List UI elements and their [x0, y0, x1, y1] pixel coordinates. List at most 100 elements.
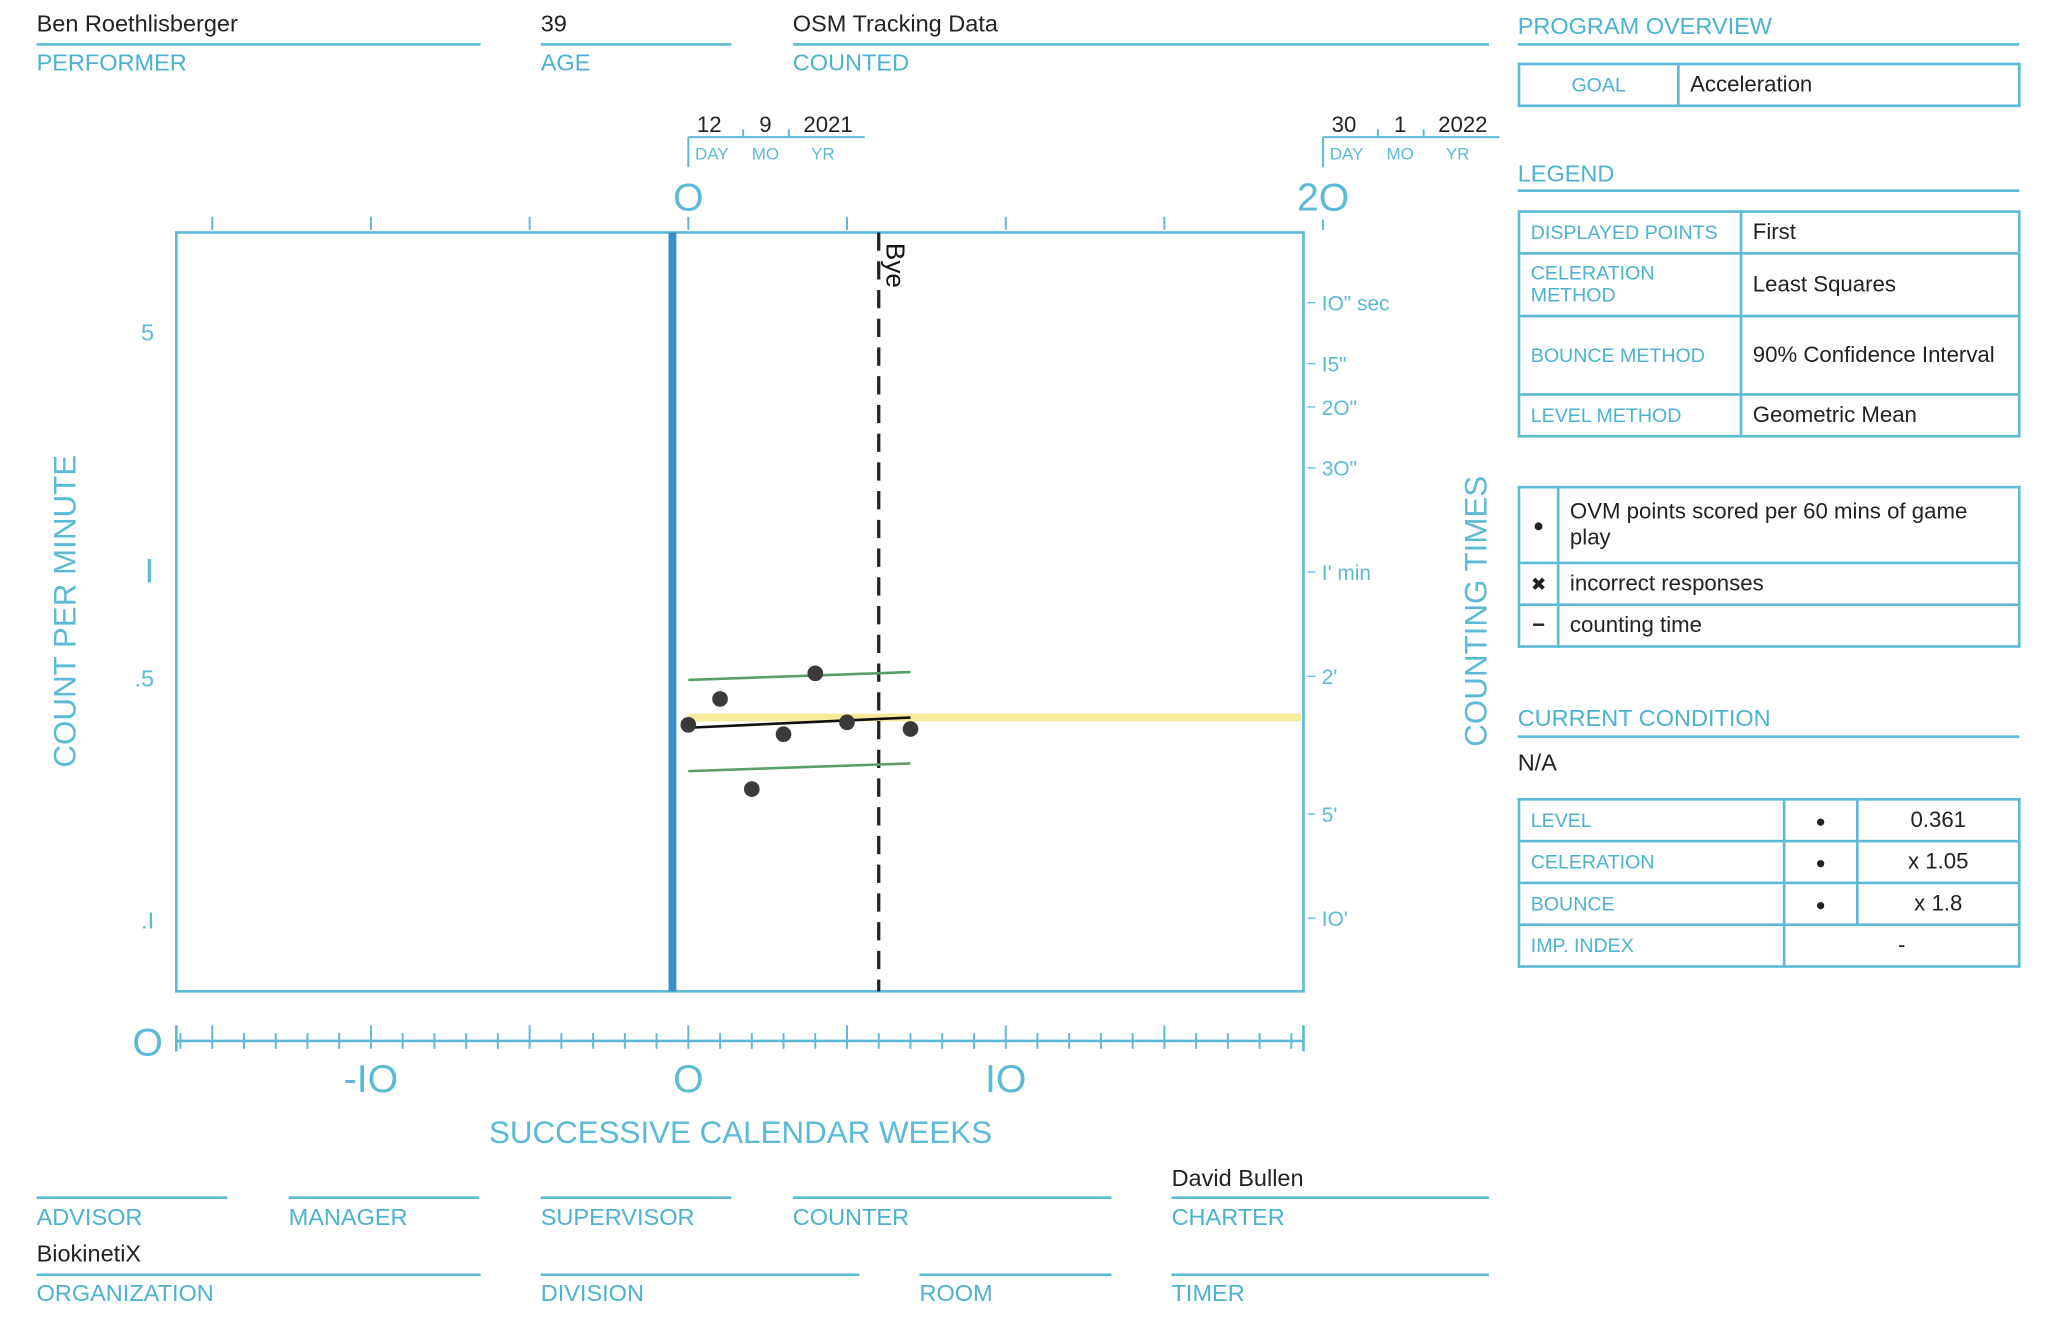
data-point: [775, 726, 792, 743]
y-axis-label: COUNT PER MINUTE: [48, 455, 83, 768]
event-label: Bye: [881, 243, 911, 288]
legend-symbol-text: OVM points scored per 60 mins of game pl…: [1556, 485, 2021, 565]
date-year: 2021: [803, 112, 852, 137]
y-tick-label: 5: [141, 320, 154, 346]
data-point: [839, 714, 855, 731]
division-label: DIVISION: [540, 1279, 644, 1307]
counter-line: [792, 1196, 1112, 1199]
condition-row: IMP. INDEX -: [1517, 923, 2021, 968]
legend-key: LEVEL METHOD: [1517, 393, 1743, 438]
x-mark-icon: ✖: [1517, 561, 1560, 607]
legend-row: CELERATION METHOD Least Squares: [1517, 252, 2021, 318]
date-day-label: DAY: [1330, 144, 1364, 163]
x-tick-label: -IO: [344, 1058, 398, 1101]
counting-time-label: IO" sec: [1322, 293, 1390, 316]
legend-line: [1517, 189, 2020, 192]
legend-row: LEVEL METHOD Geometric Mean: [1517, 393, 2021, 438]
goal-label: GOAL: [1517, 62, 1680, 108]
legend-row: BOUNCE METHOD 90% Confidence Interval: [1517, 314, 2021, 396]
condition-value: x 1.8: [1855, 881, 2021, 927]
room-label: ROOM: [919, 1279, 993, 1307]
legend-value: First: [1739, 210, 2021, 255]
legend-title: LEGEND: [1517, 160, 1615, 187]
plot-frame: [175, 231, 1305, 993]
date-year: 2022: [1438, 112, 1487, 137]
organization-label: ORGANIZATION: [36, 1279, 214, 1307]
legend-symbol-row: − counting time: [1517, 603, 2021, 648]
program-overview-title: PROGRAM OVERVIEW: [1517, 13, 1772, 40]
legend-value: Geometric Mean: [1739, 393, 2021, 438]
data-point: [902, 721, 919, 737]
condition-row: BOUNCE ● x 1.8: [1517, 881, 2021, 927]
counting-time-label: I5": [1322, 354, 1347, 377]
counting-time-label: 2O": [1322, 397, 1357, 420]
manager-label: MANAGER: [288, 1204, 408, 1231]
counting-time-label: I' min: [1322, 562, 1371, 585]
counting-time-label: 3O": [1322, 458, 1357, 481]
advisor-line: [36, 1196, 228, 1199]
legend-value: 90% Confidence Interval: [1739, 314, 2021, 396]
legend-key: DISPLAYED POINTS: [1517, 210, 1743, 255]
top-tick-label: 2O: [1297, 176, 1349, 219]
filled-dot-icon: ●: [1782, 839, 1859, 885]
condition-value: 0.361: [1855, 798, 2021, 843]
legend-row: DISPLAYED POINTS First: [1517, 210, 2021, 255]
counter-label: COUNTER: [792, 1204, 910, 1231]
organization-line: [36, 1273, 481, 1277]
timer-line: [1171, 1273, 1489, 1277]
counting-time-label: 2': [1322, 666, 1338, 689]
condition-row: LEVEL ● 0.361: [1517, 798, 2021, 843]
legend-key: CELERATION METHOD: [1517, 252, 1743, 318]
timer-label: TIMER: [1171, 1279, 1245, 1307]
legend-settings-table: DISPLAYED POINTS First CELERATION METHOD L…: [1517, 210, 2021, 438]
date-year-label: YR: [811, 144, 835, 163]
charter-line: [1171, 1196, 1489, 1199]
legend-symbol-text: incorrect responses: [1556, 561, 2021, 607]
y-tick-label: I: [145, 553, 154, 591]
date-day: 30: [1332, 112, 1357, 137]
condition-key: IMP. INDEX: [1517, 923, 1786, 968]
x-tick-label: O: [673, 1058, 703, 1101]
advisor-label: ADVISOR: [36, 1204, 143, 1231]
program-overview-line: [1517, 43, 2020, 46]
division-line: [540, 1273, 860, 1277]
legend-value: Least Squares: [1739, 252, 2021, 318]
current-condition-line: [1517, 735, 2020, 738]
counting-time-label: 5': [1322, 804, 1338, 827]
celeration-chart: O 2O 12 9 2021 DAY MO YR 30 1 2022 DAY MO YR 5 I .5 .I COU…: [48, 112, 1500, 1150]
data-point: [712, 691, 728, 707]
condition-value: x 1.05: [1855, 839, 2021, 885]
legend-symbol-text: counting time: [1556, 603, 2021, 648]
charter-label: CHARTER: [1171, 1204, 1285, 1231]
date-day-label: DAY: [695, 144, 729, 163]
condition-value: -: [1782, 923, 2021, 968]
dash-icon: −: [1517, 603, 1560, 648]
top-tick-label: O: [673, 176, 703, 219]
organization-value: BiokinetiX: [36, 1240, 142, 1267]
data-point: [807, 665, 824, 682]
manager-line: [288, 1196, 480, 1199]
data-point: [743, 781, 760, 797]
date-year-label: YR: [1446, 144, 1470, 163]
charter-value: David Bullen: [1171, 1165, 1304, 1192]
condition-row: CELERATION ● x 1.05: [1517, 839, 2021, 885]
supervisor-line: [540, 1196, 732, 1199]
condition-key: BOUNCE: [1517, 881, 1786, 927]
counting-time-label: IO': [1322, 908, 1348, 931]
current-condition-table: LEVEL ● 0.361 CELERATION ● x 1.05 BOUNCE ● x 1…: [1517, 798, 2021, 968]
y-tick-label: .I: [141, 908, 154, 934]
data-point: [680, 716, 697, 733]
y-tick-label: .5: [135, 666, 155, 692]
condition-key: CELERATION: [1517, 839, 1786, 885]
date-month-label: MO: [1386, 144, 1413, 163]
filled-dot-icon: ●: [1782, 881, 1859, 927]
date-month: 9: [759, 112, 771, 137]
x-axis-label: SUCCESSIVE CALENDAR WEEKS: [489, 1115, 992, 1150]
date-month-label: MO: [752, 144, 779, 163]
legend-symbol-row: ✖ incorrect responses: [1517, 561, 2021, 607]
goal-value: Acceleration: [1677, 62, 2021, 108]
date-day: 12: [697, 112, 722, 137]
filled-dot-icon: ●: [1782, 798, 1859, 843]
x-origin-label: O: [132, 1021, 162, 1064]
legend-symbols-table: ● OVM points scored per 60 mins of game p…: [1517, 485, 2021, 648]
